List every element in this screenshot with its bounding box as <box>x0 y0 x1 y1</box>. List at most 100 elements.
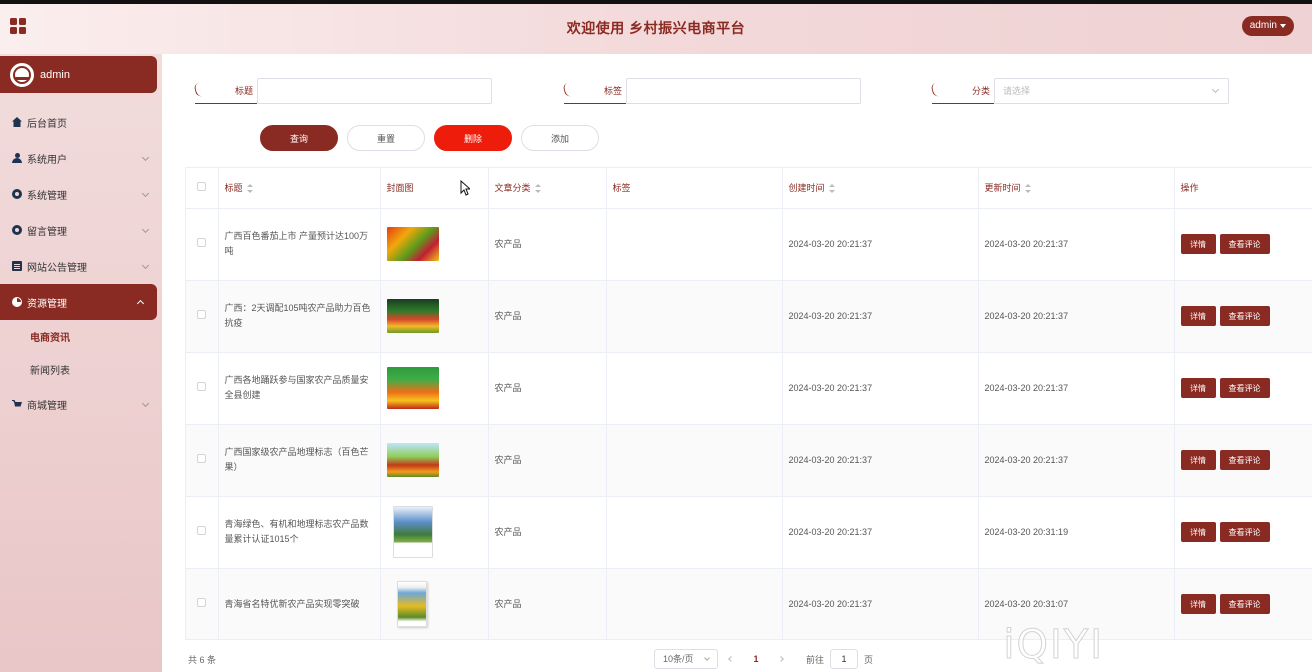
row-category: 农产品 <box>488 208 607 281</box>
chevron-down-icon <box>141 261 150 270</box>
row-checkbox[interactable] <box>197 309 207 319</box>
column-header-created[interactable]: 创建时间 <box>782 168 979 209</box>
sort-icon[interactable] <box>828 184 835 194</box>
sidebar-subitem-news-list[interactable]: 新闻列表 <box>0 353 162 386</box>
row-category: 农产品 <box>488 568 607 639</box>
view-comments-button[interactable]: 查看评论 <box>1219 594 1270 614</box>
row-checkbox[interactable] <box>197 525 207 535</box>
sidebar-item-system-users[interactable]: 系统用户 <box>0 140 162 176</box>
row-checkbox[interactable] <box>197 597 207 607</box>
sidebar-item-announcements[interactable]: 网站公告管理 <box>0 248 162 284</box>
doc-icon <box>12 261 22 271</box>
pagination: 10条/页 1 前往 1 页 <box>654 649 873 669</box>
detail-button[interactable]: 详情 <box>1180 522 1216 542</box>
sidebar-item-shop[interactable]: 商城管理 <box>0 386 162 422</box>
cover-image <box>386 227 439 261</box>
table-row: 广西：2天调配105吨农产品助力百色抗疫 农产品 2024-03-20 20:2… <box>186 280 1312 353</box>
view-comments-button[interactable]: 查看评论 <box>1219 522 1270 542</box>
table-row: 青海省名特优新农产品实现零突破 农产品 2024-03-20 20:21:37 … <box>186 568 1312 639</box>
column-header-tags: 标签 <box>606 168 783 209</box>
select-all-cell <box>186 168 219 209</box>
cover-image <box>386 367 439 409</box>
view-comments-button[interactable]: 查看评论 <box>1219 234 1270 254</box>
table-row: 广西各地踊跃参与国家农产品质量安全县创建 农产品 2024-03-20 20:2… <box>186 352 1312 425</box>
tag-input[interactable] <box>626 78 861 104</box>
sort-icon[interactable] <box>534 184 541 194</box>
goto-page: 前往 1 页 <box>806 649 873 669</box>
column-header-category[interactable]: 文章分类 <box>488 168 607 209</box>
query-button[interactable]: 查询 <box>260 125 338 151</box>
page-number[interactable]: 1 <box>744 654 768 664</box>
sidebar-item-messages[interactable]: 留言管理 <box>0 212 162 248</box>
avatar <box>10 62 34 87</box>
row-title: 青海绿色、有机和地理标志农产品数量累计认证1015个 <box>218 496 381 569</box>
delete-button[interactable]: 删除 <box>434 125 512 151</box>
chevron-down-icon <box>141 189 150 198</box>
column-header-cover: 封面图 <box>380 168 489 209</box>
title-input[interactable] <box>257 78 492 104</box>
user-dropdown-label: admin <box>1249 20 1277 31</box>
row-checkbox[interactable] <box>197 453 207 463</box>
page-title: 欢迎使用 乡村振兴电商平台 <box>566 20 746 36</box>
sidebar-item-label: 网站公告管理 <box>27 262 87 274</box>
watermark-logo: iQIYI <box>1003 622 1104 669</box>
category-select[interactable]: 请选择 <box>994 78 1229 104</box>
prev-page-button[interactable] <box>718 649 744 669</box>
chevron-up-icon <box>136 299 145 308</box>
row-created: 2024-03-20 20:21:37 <box>782 568 979 639</box>
row-checkbox[interactable] <box>197 237 207 247</box>
filter-bar: 标题 标签 分类 请选择 <box>172 78 1312 106</box>
detail-button[interactable]: 详情 <box>1180 594 1216 614</box>
row-updated: 2024-03-20 20:21:37 <box>978 352 1175 425</box>
column-header-title[interactable]: 标题 <box>218 168 381 209</box>
sort-icon[interactable] <box>1024 184 1031 194</box>
table-row: 广西百色番茄上市 产量预计达100万吨 农产品 2024-03-20 20:21… <box>186 208 1312 281</box>
user-dropdown-button[interactable]: admin <box>1241 16 1294 36</box>
row-title: 青海省名特优新农产品实现零突破 <box>218 568 381 639</box>
row-updated: 2024-03-20 20:21:37 <box>978 280 1175 353</box>
view-comments-button[interactable]: 查看评论 <box>1219 450 1270 470</box>
sidebar-subitem-ecommerce-news[interactable]: 电商资讯 <box>0 320 162 353</box>
table-row: 广西国家级农产品地理标志（百色芒果） 农产品 2024-03-20 20:21:… <box>186 424 1312 497</box>
reset-button[interactable]: 重置 <box>347 125 425 151</box>
sidebar-user-name: admin <box>40 68 70 81</box>
detail-button[interactable]: 详情 <box>1180 450 1216 470</box>
app-header: 欢迎使用 乡村振兴电商平台 admin <box>0 4 1312 54</box>
row-checkbox[interactable] <box>197 381 207 391</box>
user-card[interactable]: admin <box>0 56 157 93</box>
detail-button[interactable]: 详情 <box>1180 234 1216 254</box>
chevron-right-icon <box>778 656 784 662</box>
row-category: 农产品 <box>488 280 607 353</box>
chevron-left-icon <box>728 656 734 662</box>
chevron-down-icon <box>704 655 710 661</box>
tag-filter: 标签 <box>562 78 861 104</box>
title-filter-label: 标题 <box>193 78 257 104</box>
pie-chart-icon <box>12 297 22 307</box>
sidebar-item-resources[interactable]: 资源管理 <box>0 284 157 320</box>
row-created: 2024-03-20 20:21:37 <box>782 424 979 497</box>
user-icon <box>12 153 22 163</box>
view-comments-button[interactable]: 查看评论 <box>1219 378 1270 398</box>
detail-button[interactable]: 详情 <box>1180 306 1216 326</box>
row-tags <box>606 496 783 569</box>
leaf-icon <box>562 82 572 98</box>
add-button[interactable]: 添加 <box>521 125 599 151</box>
sidebar-item-label: 系统管理 <box>27 190 67 202</box>
sidebar-item-system-management[interactable]: 系统管理 <box>0 176 162 212</box>
row-category: 农产品 <box>488 496 607 569</box>
page-size-select[interactable]: 10条/页 <box>654 649 718 669</box>
sort-icon[interactable] <box>246 184 253 194</box>
next-page-button[interactable] <box>768 649 794 669</box>
detail-button[interactable]: 详情 <box>1180 378 1216 398</box>
select-all-checkbox[interactable] <box>197 182 207 192</box>
table-footer: 共 6 条 10条/页 1 前往 1 页 <box>188 649 1298 669</box>
row-title: 广西各地踊跃参与国家农产品质量安全县创建 <box>218 352 381 425</box>
row-tags <box>606 280 783 353</box>
sidebar-item-label: 留言管理 <box>27 226 67 238</box>
view-comments-button[interactable]: 查看评论 <box>1219 306 1270 326</box>
cover-image <box>392 506 433 558</box>
goto-page-input[interactable]: 1 <box>830 649 859 669</box>
articles-table: 标题 封面图 文章分类 标签 创建时间 更新时间 操作 广西百色番茄上市 产量预… <box>185 167 1312 640</box>
column-header-updated[interactable]: 更新时间 <box>978 168 1175 209</box>
sidebar-item-home[interactable]: 后台首页 <box>0 104 162 140</box>
